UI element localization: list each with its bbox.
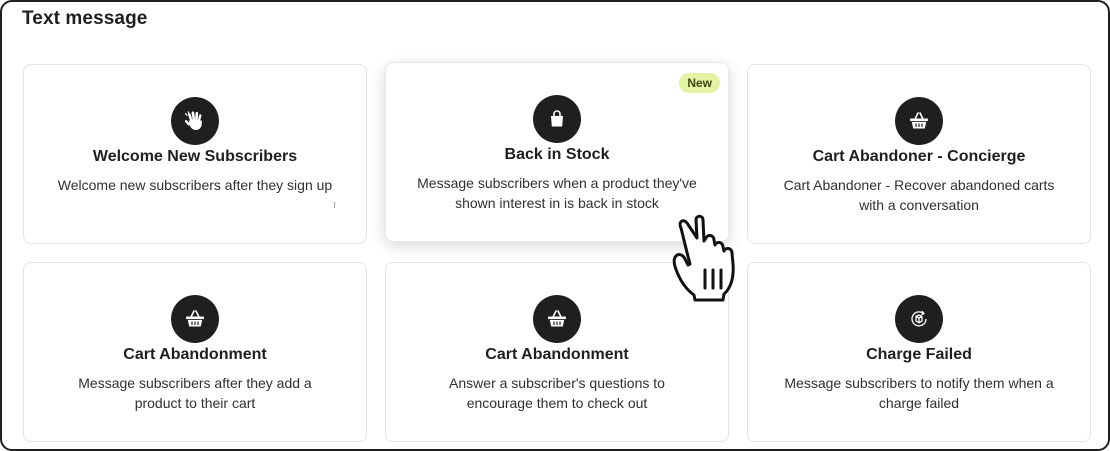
shopping-bag-icon	[533, 95, 581, 143]
journey-card-cart-abandonment[interactable]: Cart Abandonment Message subscribers aft…	[23, 262, 367, 442]
text-message-panel: Text message Welcome New Subscribers Wel…	[0, 0, 1110, 451]
card-description: Answer a subscriber's questions to encou…	[449, 375, 665, 411]
pointer-hand-icon	[672, 214, 735, 302]
journey-card-welcome-new-subscribers[interactable]: Welcome New Subscribers Welcome new subs…	[23, 64, 367, 244]
basket-icon	[533, 295, 581, 343]
card-description: Message subscribers after they add a pro…	[78, 375, 312, 411]
card-title: Back in Stock	[504, 146, 610, 163]
card-title: Cart Abandonment	[123, 346, 267, 363]
journey-card-charge-failed[interactable]: Charge Failed Message subscribers to not…	[747, 262, 1091, 442]
text-caret	[334, 202, 335, 208]
card-description: Cart Abandoner - Recover abandoned carts…	[783, 177, 1055, 213]
section-title: Text message	[22, 8, 148, 29]
card-description: Message subscribers when a product they'…	[417, 175, 697, 211]
basket-icon	[171, 295, 219, 343]
card-description: Message subscribers to notify them when …	[784, 375, 1054, 411]
failed-payment-icon	[895, 295, 943, 343]
card-description: Welcome new subscribers after they sign …	[57, 177, 333, 193]
card-title: Welcome New Subscribers	[92, 148, 298, 165]
journey-card-cart-abandoner-concierge[interactable]: Cart Abandoner - Concierge Cart Abandone…	[747, 64, 1091, 244]
new-badge: New	[679, 73, 720, 93]
card-title: Charge Failed	[866, 346, 972, 363]
waving-hand-icon	[171, 97, 219, 145]
card-title: Cart Abandoner - Concierge	[812, 148, 1026, 165]
basket-icon	[895, 97, 943, 145]
card-title: Cart Abandonment	[485, 346, 629, 363]
